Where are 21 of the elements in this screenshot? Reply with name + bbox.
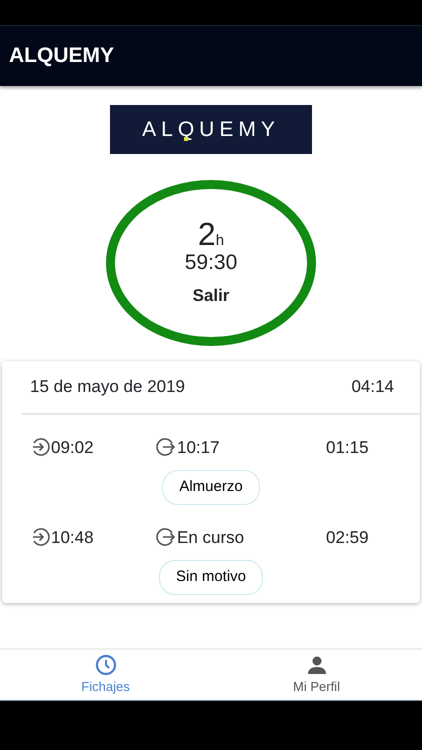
clock-in-icon xyxy=(30,437,50,458)
clock-in-icon xyxy=(30,527,50,548)
date-text: 15 de mayo de 2019 xyxy=(30,376,186,398)
clock-in-time: 09:02 xyxy=(51,436,94,458)
duration-text: 01:15 xyxy=(326,436,369,458)
clock-in-time: 10:48 xyxy=(51,526,94,548)
clock-out-time: En curso xyxy=(177,526,244,548)
duration-text: 02:59 xyxy=(326,526,369,548)
clock-icon xyxy=(94,653,118,678)
total-time: 04:14 xyxy=(351,376,394,398)
clock-out-icon xyxy=(156,527,176,548)
clock-out-label: Salir xyxy=(192,284,230,307)
app-title: ALQUEMY xyxy=(0,26,422,86)
clock-out-time: 10:17 xyxy=(177,436,220,458)
clock-out-icon xyxy=(156,437,176,458)
reason-chip[interactable]: Almuerzo xyxy=(162,470,260,504)
hours-text: 2h xyxy=(198,218,224,250)
elapsed-time: 59:30 xyxy=(184,250,238,275)
logo: ALQUEMY xyxy=(110,105,312,154)
clock-out-button[interactable]: 2h 59:30 Salir xyxy=(106,180,316,346)
reason-chip[interactable]: Sin motivo xyxy=(158,560,264,594)
